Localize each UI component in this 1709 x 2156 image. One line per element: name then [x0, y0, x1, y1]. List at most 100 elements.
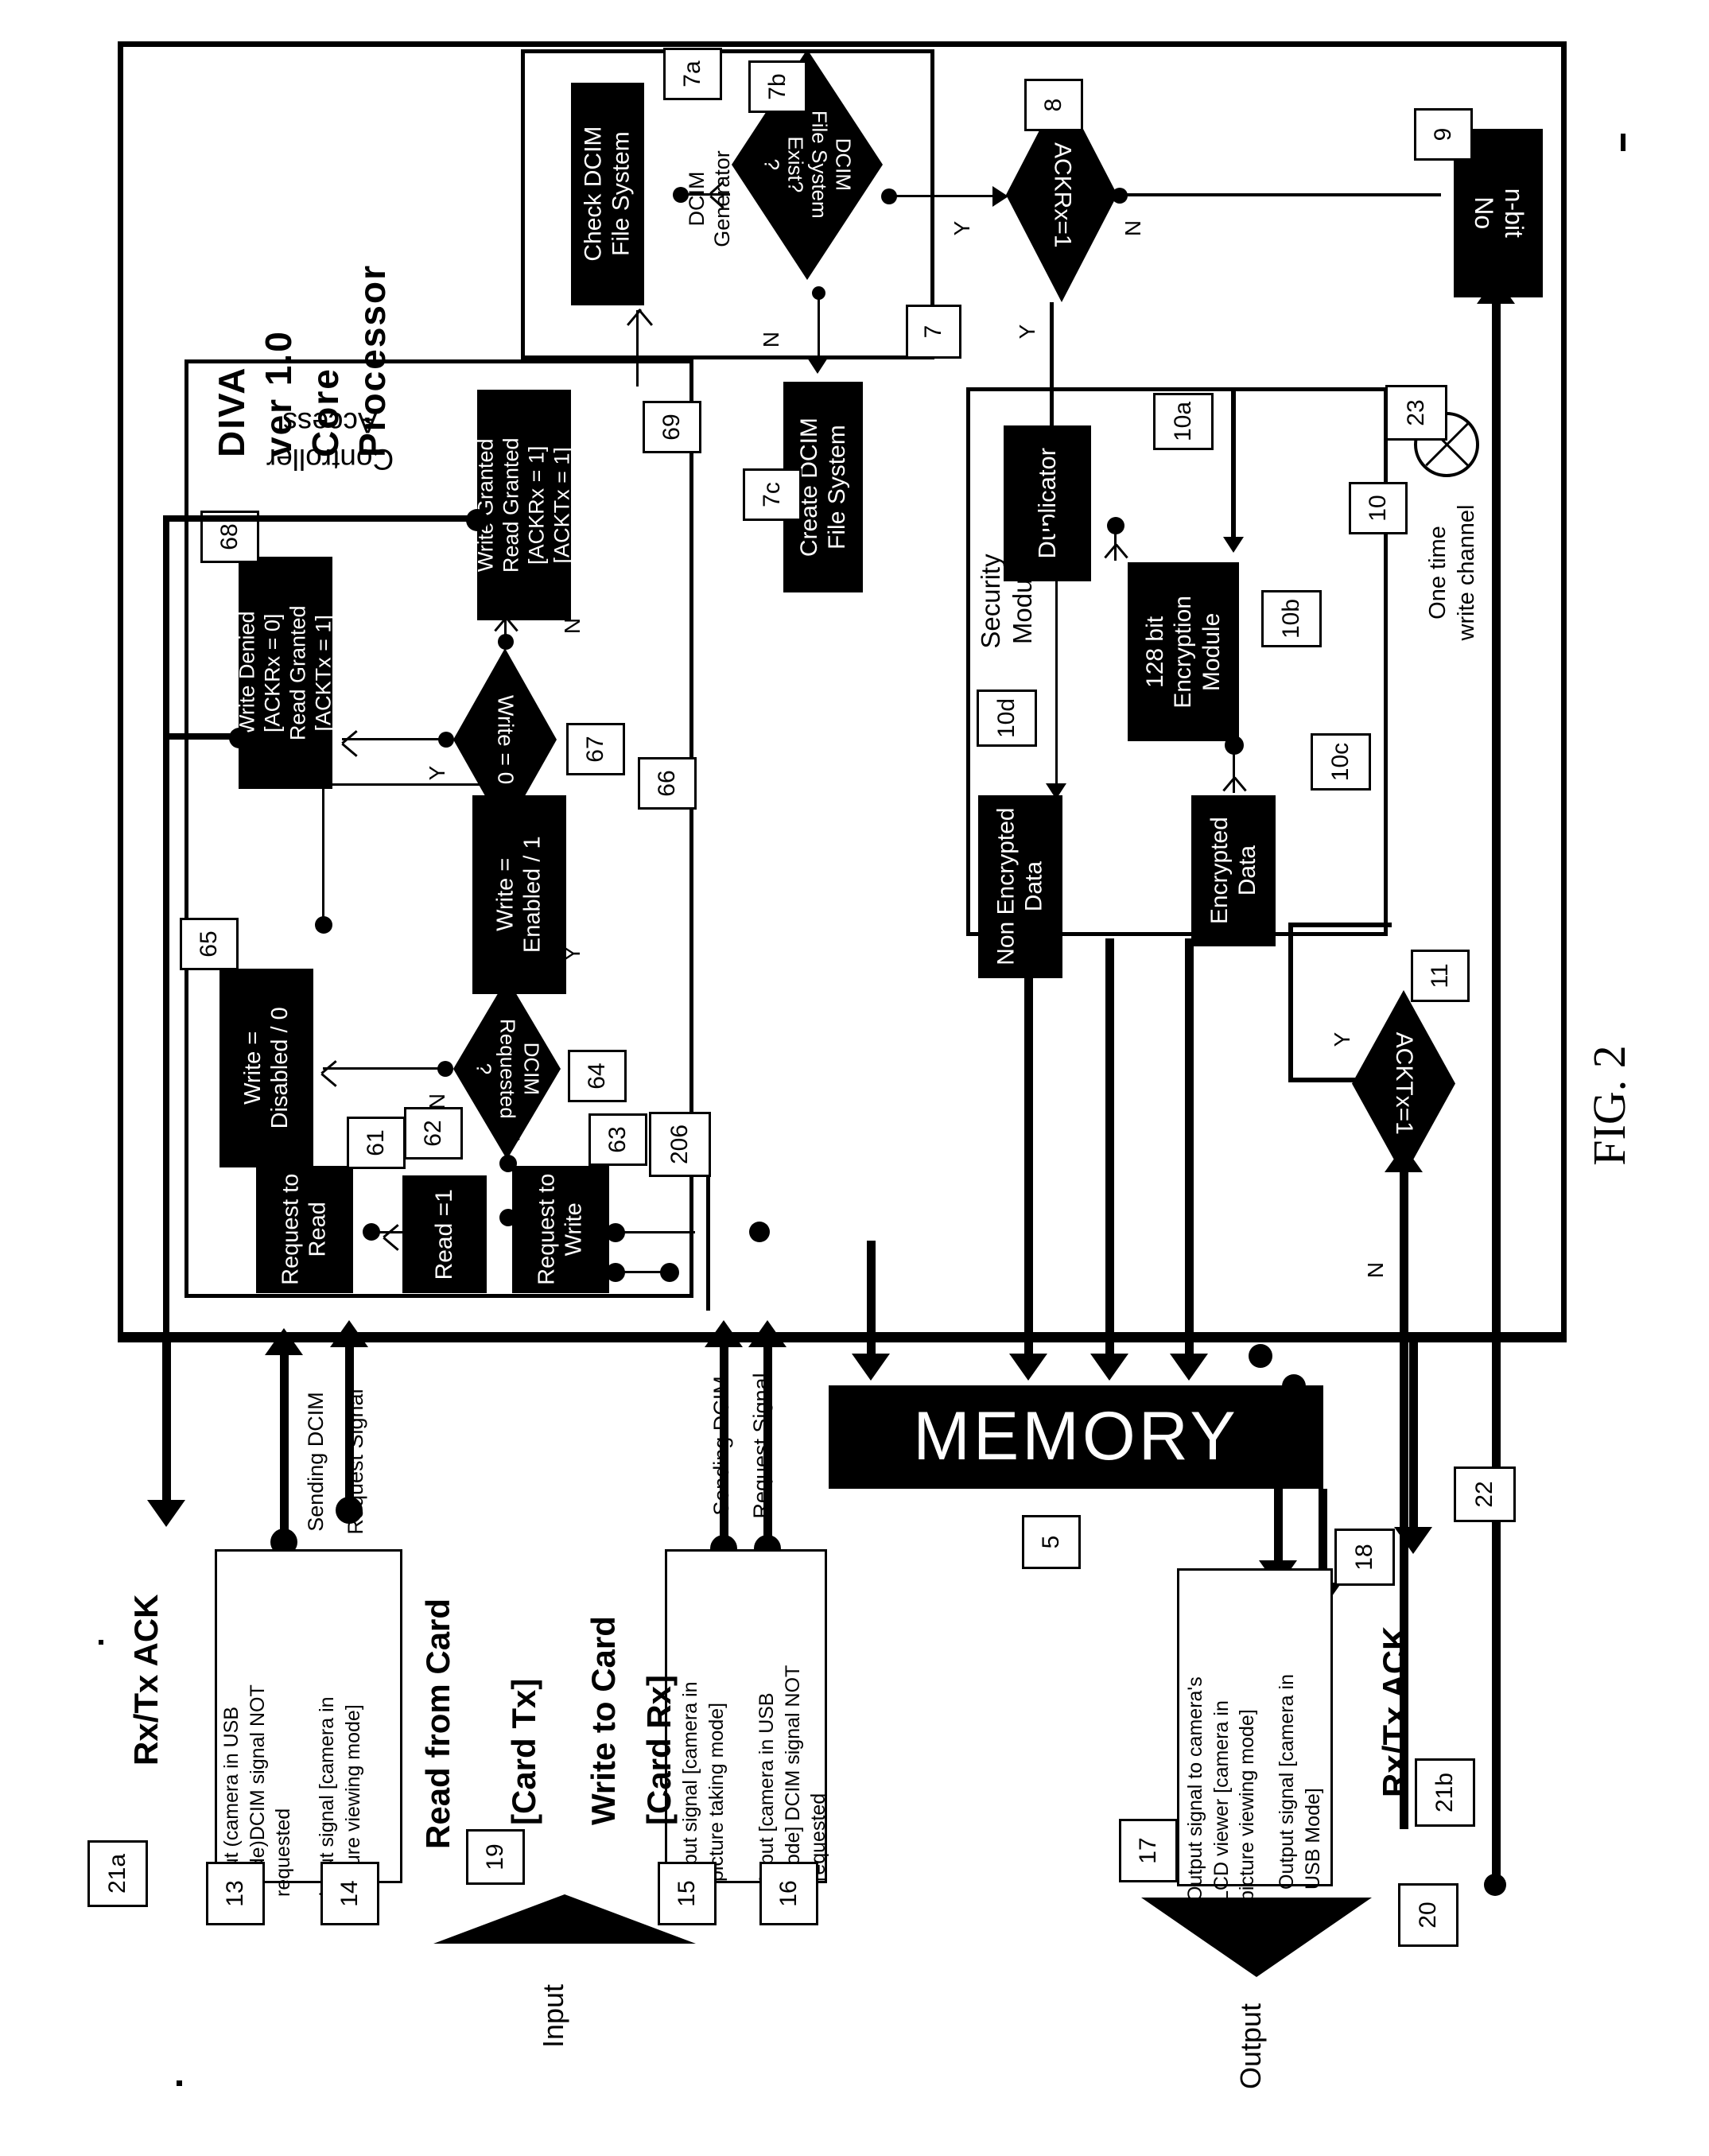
label-64-y: Y — [560, 946, 585, 961]
memory-block: MEMORY — [829, 1385, 1323, 1489]
edge-mem-in-3 — [1105, 938, 1114, 1360]
rxtx-left-text: Rx/Tx ACK — [127, 1594, 165, 1766]
ref-11: 11 — [1411, 950, 1470, 1002]
arrowhead-mem-3 — [1090, 1354, 1128, 1381]
label-acktx-yes: Y — [1330, 1031, 1355, 1047]
scan-artifact-left-mid — [99, 1640, 103, 1645]
label-request-signal-mid: Request Signal — [740, 1368, 787, 1543]
output-17-text-wrap: Output signal to camera's LCD viewer [ca… — [1184, 1646, 1258, 1902]
sending-dcim-left-text: Sending DCIM — [304, 1392, 328, 1532]
figure-label-wrap: FIG. 2 — [1559, 1010, 1670, 1264]
arrowhead-mem-1 — [852, 1354, 890, 1381]
otc-line-2: write channel — [1454, 504, 1480, 641]
label-67-n: N — [560, 617, 585, 635]
ref-7a: 7a — [663, 48, 722, 100]
ref-20: 20 — [1398, 1883, 1458, 1947]
edge-rxtx-right — [1409, 1338, 1418, 1536]
ref-63: 63 — [588, 1113, 647, 1166]
ref-10d: 10d — [977, 690, 1037, 747]
output-18-text: Output signal [camera in USB Mode] — [1276, 1674, 1324, 1890]
decision-8-text: ACKRx=1 — [1049, 142, 1076, 248]
request-signal-mid-text: Request Signal — [749, 1373, 773, 1519]
edge-7b-to-8 — [891, 195, 994, 197]
block-write-denied-read-granted: Write Denied [ACKRx = 0] Read Granted [ACKT… — [235, 557, 335, 789]
figure-label: FIG. 2 — [1583, 1045, 1635, 1166]
edge-64-to-65 — [323, 1067, 442, 1070]
arrowhead-input-16 — [748, 1320, 787, 1347]
edge-63-out-a — [616, 1231, 695, 1233]
dcim-gen-line-1: DCIM — [685, 171, 709, 227]
ac-title-line-2: Access — [282, 406, 378, 439]
ref-14: 14 — [320, 1862, 379, 1925]
core-processor-title: DIVA ver 1.0 Core Processor — [159, 103, 445, 457]
ref-7: 7 — [906, 305, 961, 359]
scan-artifact-bottom-left — [177, 2080, 182, 2086]
edge-enc-to-encdata — [1233, 744, 1235, 793]
arrowhead-input-15 — [705, 1320, 743, 1347]
junction-7a-right — [673, 187, 689, 203]
edge-rxtx-left — [162, 1338, 171, 1509]
label-ackrx-yes: Y — [1015, 324, 1040, 340]
edge-7a-to-7b — [682, 193, 730, 196]
block-request-to-write: Request to Write — [512, 1166, 609, 1293]
input-13-text-wrap: Input (camera in USB Mode)DCIM signal NO… — [220, 1630, 294, 1897]
edge-top-to-enc — [1231, 391, 1236, 542]
ref-62: 62 — [404, 1107, 463, 1160]
ref-15: 15 — [658, 1862, 717, 1925]
junction-63-bottom — [499, 1209, 517, 1226]
edge-206-down — [706, 1175, 710, 1311]
arrowhead-input-13 — [265, 1328, 303, 1355]
block-encrypted-data: Encrypted Data — [1191, 795, 1276, 946]
ref-206: 206 — [649, 1112, 711, 1177]
block-request-to-read: Request to Read — [256, 1166, 353, 1293]
ref-19: 19 — [466, 1829, 525, 1885]
output-18-text-wrap: Output signal [camera in USB Mode] — [1276, 1646, 1330, 1890]
input-funnel-label: Input — [537, 1983, 569, 2049]
ref-10c: 10c — [1311, 733, 1371, 791]
ref-66: 66 — [638, 757, 697, 810]
block-read-equals-1: Read =1 — [402, 1175, 487, 1293]
ref-8: 8 — [1024, 79, 1083, 131]
read-from-card-title: Read from Card — [419, 1598, 456, 1849]
arrowhead-rxtx-right — [1394, 1527, 1432, 1554]
sm-line-1: Security — [976, 554, 1005, 649]
access-controller-title: Controller Access — [199, 374, 461, 477]
block-write-disabled: Write = Disabled / 0 — [219, 969, 313, 1167]
edge-67-to-69 — [504, 620, 507, 643]
ref-10b: 10b — [1261, 590, 1322, 647]
bus-ac-left-2 — [163, 733, 236, 740]
ref-22: 22 — [1454, 1466, 1516, 1522]
ref-61: 61 — [347, 1117, 406, 1169]
sending-dcim-mid-text: Sending DCIM — [709, 1376, 733, 1516]
bus-ac-left-vert — [163, 515, 169, 1342]
edge-63-out-b — [616, 1271, 666, 1273]
label-ackrx-no: N — [1121, 219, 1146, 237]
n-bit-line2: No — [1470, 196, 1498, 230]
output-funnel-label-wrap: Output — [1201, 1988, 1312, 2156]
input-14-text: Input signal [camera in picture viewing … — [316, 1696, 364, 1897]
write-to-card-subtitle-wrap: [Card Rx] — [612, 1575, 716, 1861]
edge-acktx-y-top — [1288, 923, 1392, 927]
decision-11-text: ACKTx=1 — [1391, 1031, 1418, 1136]
edge-65-right — [322, 783, 503, 786]
edge-acktx-y — [1288, 1078, 1357, 1082]
ref-23: 23 — [1385, 385, 1447, 441]
edge-63-to-64 — [507, 1129, 509, 1163]
ref-17: 17 — [1119, 1819, 1178, 1882]
edge-67-to-68 — [342, 738, 444, 740]
arrowhead-into-acktx — [1385, 1145, 1423, 1172]
ref-13: 13 — [206, 1862, 265, 1925]
edge-dup-to-enc — [1114, 525, 1117, 561]
ref-67: 67 — [566, 723, 625, 775]
arrowhead-7b-7c — [807, 358, 828, 374]
input-14-text-wrap: Input signal [camera in picture viewing … — [316, 1630, 382, 1897]
request-signal-left-text: Request Signal — [344, 1389, 367, 1535]
ref-21b: 21b — [1415, 1758, 1475, 1827]
terminal-dot-bottom-right — [1484, 1874, 1506, 1896]
junction-206-a — [749, 1222, 770, 1242]
label-request-signal-left: Request Signal — [334, 1384, 382, 1559]
figure-canvas: DIVA ver 1.0 Core Processor Check DCIM F… — [0, 0, 1709, 2156]
block-128bit-encryption-module: 128 bit Encryption Module — [1128, 562, 1239, 741]
edge-mem-in-2 — [1024, 938, 1033, 1360]
label-branch-n-7b: N — [759, 331, 784, 348]
